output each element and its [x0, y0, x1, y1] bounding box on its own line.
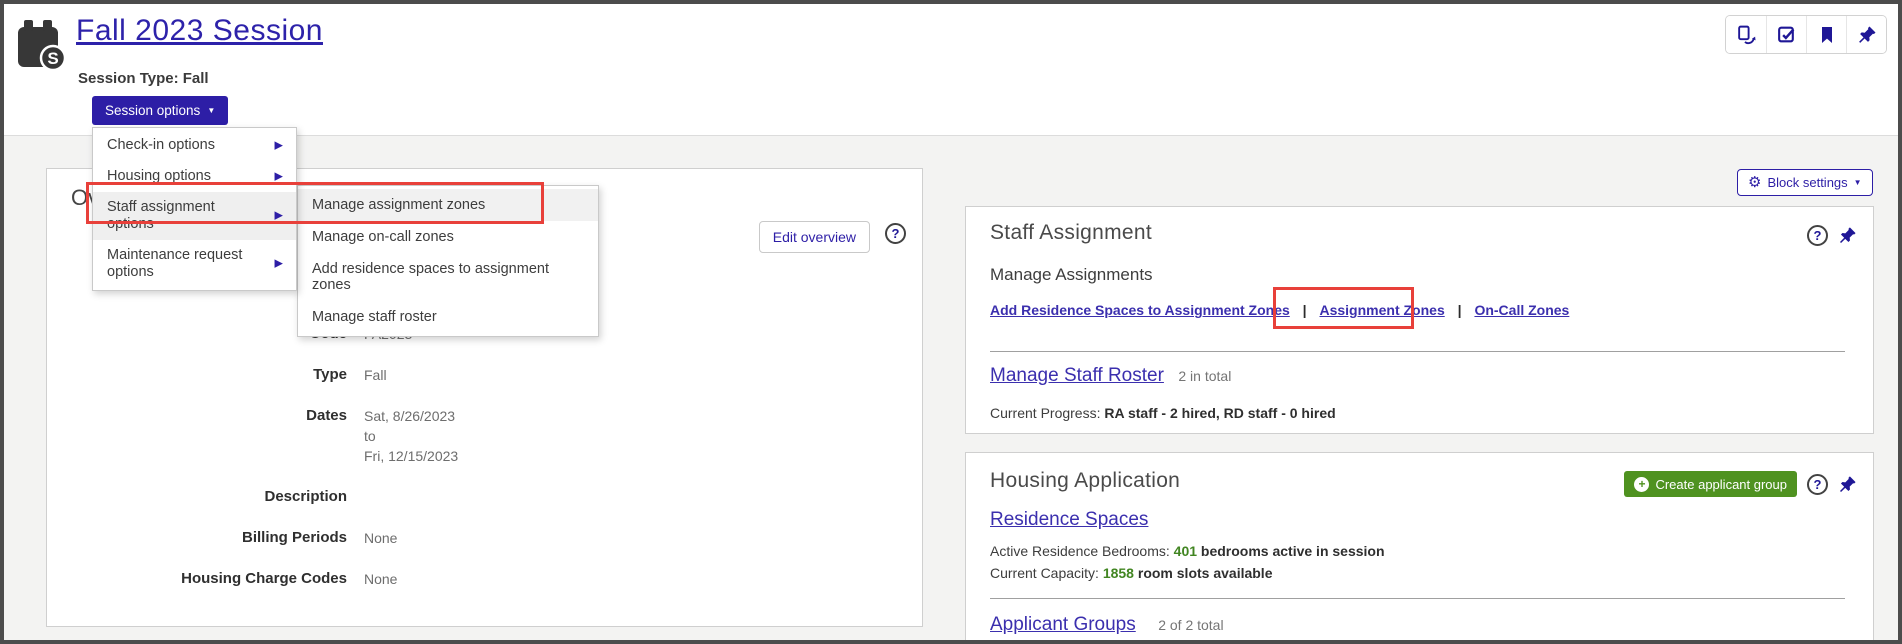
submenu-arrow-icon: ▶: [274, 257, 283, 270]
header-toolbar: [1725, 15, 1887, 54]
field-row-type: Type Fall: [71, 365, 898, 385]
active-bedrooms-row: Active Residence Bedrooms: 401 bedrooms …: [990, 543, 1385, 559]
submenu-item-manage-assignment-zones[interactable]: Manage assignment zones: [298, 189, 598, 221]
session-options-button[interactable]: Session options ▼: [92, 96, 229, 125]
bookmark-icon[interactable]: [1806, 16, 1846, 53]
progress-label: Current Progress:: [990, 405, 1101, 421]
active-bedrooms-value: 401: [1173, 543, 1198, 559]
applicant-groups-total: 2 of 2 total: [1158, 617, 1224, 633]
tasks-check-icon[interactable]: [1766, 16, 1806, 53]
pin-icon[interactable]: [1846, 16, 1886, 53]
menu-item-staff-assignment-options[interactable]: Staff assignment options ▶: [93, 192, 296, 240]
capacity-value: 1858: [1102, 565, 1134, 581]
active-bedrooms-suffix: bedrooms active in session: [1197, 543, 1385, 559]
menu-item-check-in-options[interactable]: Check-in options ▶: [93, 130, 296, 161]
field-row-billing-periods: Billing Periods None: [71, 528, 898, 548]
menu-item-label: Housing options: [107, 168, 211, 184]
field-label: Type: [313, 366, 347, 383]
menu-item-label: Staff assignment options: [107, 199, 215, 232]
active-bedrooms-label: Active Residence Bedrooms:: [990, 543, 1170, 559]
manage-assignments-heading: Manage Assignments: [990, 265, 1153, 284]
field-label: Billing Periods: [241, 529, 347, 546]
plus-circle-icon: +: [1634, 476, 1650, 492]
field-row-dates: Dates Sat, 8/26/2023 to Fri, 12/15/2023: [71, 406, 898, 466]
menu-item-housing-options[interactable]: Housing options ▶: [93, 161, 296, 192]
field-row-housing-charge-codes: Housing Charge Codes None: [71, 569, 898, 589]
svg-text:S: S: [47, 49, 58, 68]
session-type-label: Session Type: Fall: [78, 70, 209, 87]
submenu-item-manage-staff-roster[interactable]: Manage staff roster: [298, 301, 598, 333]
date-end: Fri, 12/15/2023: [364, 448, 459, 464]
pin-icon[interactable]: [1838, 226, 1857, 245]
staff-assignment-header-icons: ?: [1807, 225, 1857, 246]
overview-help-icon[interactable]: ?: [885, 223, 906, 244]
session-calendar-icon: S: [16, 18, 68, 72]
applicant-groups-row: Applicant Groups 2 of 2 total: [990, 614, 1224, 636]
staff-assignment-title: Staff Assignment: [990, 221, 1153, 244]
housing-application-header-icons: + Create applicant group ?: [1624, 471, 1857, 497]
field-label: Description: [264, 488, 347, 505]
date-start: Sat, 8/26/2023: [364, 408, 456, 424]
session-options-menu: Check-in options ▶ Housing options ▶ Sta…: [92, 127, 297, 291]
progress-value: RA staff - 2 hired, RD staff - 0 hired: [1104, 405, 1336, 421]
current-capacity-row: Current Capacity: 1858 room slots availa…: [990, 565, 1272, 581]
staff-assignment-links: Add Residence Spaces to Assignment Zones…: [990, 302, 1569, 318]
create-applicant-group-button[interactable]: + Create applicant group: [1624, 471, 1797, 497]
gear-icon: ⚙: [1748, 174, 1762, 191]
staff-assignment-card: Staff Assignment ? Manage Assignments Ad…: [965, 206, 1874, 434]
housing-application-card: Housing Application + Create applicant g…: [965, 452, 1874, 640]
sync-session-icon[interactable]: [1726, 16, 1766, 53]
submenu-arrow-icon: ▶: [274, 139, 283, 151]
submenu-arrow-icon: ▶: [274, 209, 283, 222]
link-separator: |: [1457, 302, 1462, 318]
block-settings-label: Block settings: [1767, 175, 1848, 190]
overview-fields: Code FA2023 Type Fall Dates Sat, 8/26/20…: [71, 324, 898, 610]
capacity-suffix: room slots available: [1133, 565, 1273, 581]
field-row-description: Description: [71, 487, 898, 507]
residence-spaces-link[interactable]: Residence Spaces: [990, 509, 1148, 531]
submenu-item-add-residence-spaces[interactable]: Add residence spaces to assignment zones: [298, 253, 598, 301]
pin-icon[interactable]: [1838, 475, 1857, 494]
block-settings-button[interactable]: ⚙ Block settings ▼: [1737, 169, 1873, 196]
assignment-zones-link[interactable]: Assignment Zones: [1319, 302, 1444, 318]
field-label: Dates: [306, 407, 347, 424]
page-title-link[interactable]: Fall 2023 Session: [76, 14, 323, 48]
field-value: Fall: [364, 367, 387, 383]
applicant-groups-link[interactable]: Applicant Groups: [990, 614, 1136, 635]
field-label: Housing Charge Codes: [181, 570, 347, 587]
field-value: None: [364, 571, 398, 587]
capacity-label: Current Capacity:: [990, 565, 1099, 581]
staff-assignment-submenu: Manage assignment zones Manage on-call z…: [297, 185, 599, 337]
roster-total: 2 in total: [1178, 368, 1232, 384]
submenu-arrow-icon: ▶: [274, 170, 283, 182]
app-window: S Fall 2023 Session Session Type: Fall S…: [0, 0, 1902, 644]
divider: [990, 351, 1845, 352]
divider: [990, 598, 1845, 599]
housing-application-help-icon[interactable]: ?: [1807, 473, 1828, 495]
field-value: Sat, 8/26/2023 to Fri, 12/15/2023: [364, 406, 458, 466]
manage-staff-roster-link[interactable]: Manage Staff Roster: [990, 365, 1164, 386]
edit-overview-button[interactable]: Edit overview: [758, 221, 870, 253]
link-separator: |: [1302, 302, 1307, 318]
housing-application-title: Housing Application: [990, 469, 1181, 492]
roster-row: Manage Staff Roster 2 in total: [990, 365, 1231, 387]
date-to: to: [364, 428, 376, 444]
menu-item-label: Maintenance request options: [107, 247, 243, 280]
chevron-down-icon: ▼: [207, 105, 216, 115]
session-options-label: Session options: [105, 103, 201, 118]
create-applicant-group-label: Create applicant group: [1655, 476, 1787, 492]
staff-assignment-help-icon[interactable]: ?: [1807, 225, 1828, 246]
add-residence-spaces-link[interactable]: Add Residence Spaces to Assignment Zones: [990, 302, 1290, 318]
menu-item-maintenance-request-options[interactable]: Maintenance request options ▶: [93, 240, 296, 288]
field-value: None: [364, 530, 398, 546]
current-progress: Current Progress: RA staff - 2 hired, RD…: [990, 405, 1336, 421]
on-call-zones-link[interactable]: On-Call Zones: [1474, 302, 1569, 318]
chevron-down-icon: ▼: [1853, 177, 1862, 187]
submenu-item-manage-on-call-zones[interactable]: Manage on-call zones: [298, 221, 598, 253]
menu-item-label: Check-in options: [107, 137, 215, 153]
